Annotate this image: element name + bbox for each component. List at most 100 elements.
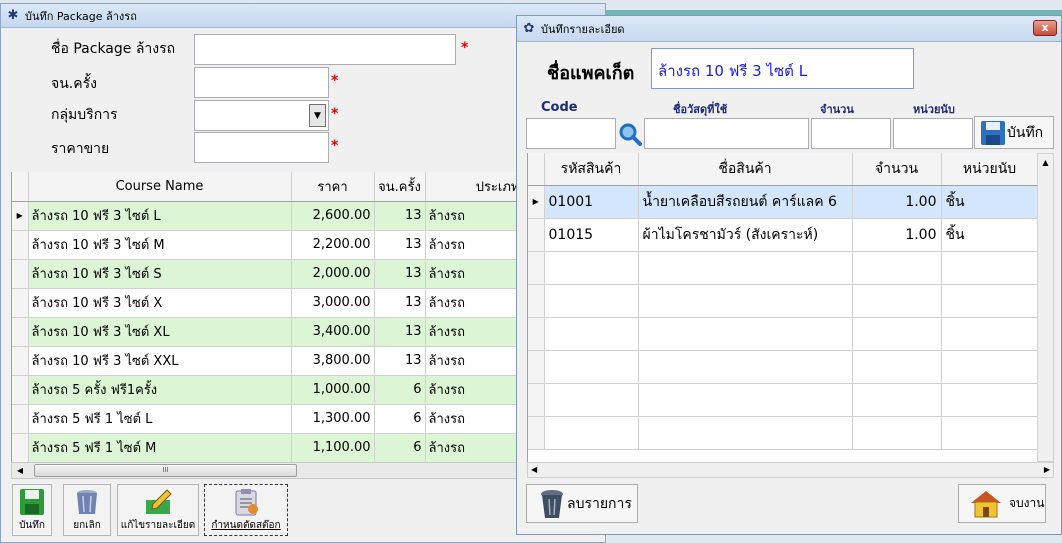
column-header-course-name[interactable]: Course Name	[28, 172, 292, 202]
row-selector[interactable]	[528, 383, 545, 417]
table-row[interactable]: ล้างรถ 10 ฟรี 3 ไซต์ S 2,000.00 13 ล้างรถ	[12, 259, 519, 289]
cancel-button[interactable]: ยกเลิก	[63, 484, 111, 536]
row-selector[interactable]	[528, 284, 545, 318]
cell-count: 6	[374, 375, 426, 405]
floppy-save-icon	[981, 120, 1005, 145]
column-header-price[interactable]: ราคา	[291, 172, 375, 202]
qty-label: จำนวน	[820, 103, 854, 116]
package-grid-hscrollbar[interactable]: ◀ III	[11, 462, 519, 479]
table-row[interactable]: ล้างรถ 5 ฟรี 1 ไซต์ L 1,300.00 6 ล้างรถ	[12, 404, 519, 434]
cell-qty: 1.00	[852, 185, 942, 219]
table-row[interactable]: 01015 ผ้าไมโครชามัวร์ (สังเคราะห์) 1.00 ชิ้…	[528, 218, 1037, 252]
finish-button[interactable]: จบงาน	[958, 484, 1046, 523]
table-row[interactable]: ล้างรถ 10 ฟรี 3 ไซต์ XXL 3,800.00 13 ล้างรถ	[12, 346, 519, 376]
empty-row[interactable]	[528, 317, 1037, 351]
delete-item-button-label: ลบรายการ	[567, 495, 632, 512]
table-row[interactable]: ▶ ล้างรถ 10 ฟรี 3 ไซต์ L 2,600.00 13 ล้างรถ	[12, 201, 519, 231]
cell-unit: ชิ้น	[941, 218, 1037, 252]
cell-course-name: ล้างรถ 10 ฟรี 3 ไซต์ M	[28, 230, 292, 260]
cell-course-name: ล้างรถ 10 ฟรี 3 ไซต์ XXL	[28, 346, 292, 376]
row-selector[interactable]	[12, 317, 29, 347]
unit-input[interactable]	[893, 118, 973, 149]
row-selector[interactable]	[12, 259, 29, 289]
row-selector[interactable]	[12, 433, 29, 462]
cell-count: 13	[374, 201, 426, 231]
cell-course-name: ล้างรถ 5 ฟรี 1 ไซต์ M	[28, 433, 292, 462]
cancel-button-label: ยกเลิก	[73, 520, 101, 531]
table-row[interactable]: ▶ 01001 น้ำยาเคลือบสีรถยนต์ คาร์แลค 6 1.00 ช…	[528, 185, 1037, 219]
row-selector[interactable]	[528, 416, 545, 450]
scroll-left-icon[interactable]: ◀	[12, 463, 28, 478]
scroll-up-icon[interactable]: ▲	[1042, 158, 1048, 167]
table-row[interactable]: ล้างรถ 5 ครั้ง ฟรี1ครั้ง 1,000.00 6 ล้างรถ	[12, 375, 519, 405]
empty-row[interactable]	[528, 251, 1037, 285]
edit-pencil-icon	[146, 489, 172, 514]
scroll-right-icon[interactable]: ▶	[1044, 465, 1050, 474]
row-selector[interactable]	[12, 230, 29, 260]
package-grid[interactable]: Course Name ราคา จน.ครั้ง ประเภท ▶ ล้างรถ…	[11, 172, 519, 462]
empty-row[interactable]	[528, 383, 1037, 417]
column-header-type[interactable]: ประเภท	[425, 172, 519, 202]
column-header-count[interactable]: จน.ครั้ง	[374, 172, 426, 202]
cell-type: ล้างรถ	[425, 404, 519, 434]
row-selector[interactable]: ▶	[528, 185, 545, 219]
column-header-product-code[interactable]: รหัสสินค้า	[544, 153, 639, 186]
service-group-select[interactable]: ▼	[194, 100, 329, 131]
trash-can-icon	[77, 490, 97, 514]
table-row[interactable]: ล้างรถ 10 ฟรี 3 ไซต์ M 2,200.00 13 ล้างรถ	[12, 230, 519, 260]
detail-window-titlebar[interactable]: ✿ บันทึกรายละเอียด	[517, 16, 1061, 42]
chevron-down-icon[interactable]: ▼	[309, 104, 326, 127]
table-row[interactable]: ล้างรถ 10 ฟรี 3 ไซต์ X 3,000.00 13 ล้างรถ	[12, 288, 519, 318]
empty-cell	[544, 350, 639, 384]
row-selector[interactable]	[528, 218, 545, 252]
app-icon: ✿	[523, 20, 535, 36]
cell-course-name: ล้างรถ 5 ครั้ง ฟรี1ครั้ง	[28, 375, 292, 405]
empty-row[interactable]	[528, 284, 1037, 318]
empty-row[interactable]	[528, 350, 1037, 384]
detail-grid-hscrollbar[interactable]: ◀ ▶	[527, 462, 1054, 478]
cell-count: 13	[374, 346, 426, 376]
table-row[interactable]: ล้างรถ 10 ฟรี 3 ไซต์ XL 3,400.00 13 ล้างรถ	[12, 317, 519, 347]
edit-detail-button[interactable]: แก้ไขรายละเอียด	[117, 484, 199, 536]
detail-save-button[interactable]: บันทึก	[974, 116, 1054, 149]
search-magnifier-icon[interactable]	[618, 122, 642, 146]
qty-input[interactable]	[811, 118, 891, 149]
floppy-save-icon	[20, 489, 44, 515]
code-label: Code	[541, 100, 578, 115]
cell-type: ล้างรถ	[425, 288, 519, 318]
empty-row[interactable]	[528, 416, 1037, 450]
package-name-input[interactable]	[194, 34, 456, 65]
empty-cell	[941, 284, 1037, 318]
cell-qty: 1.00	[852, 218, 942, 252]
package-name-value: ล้างรถ 10 ฟรี 3 ไซต์ L	[651, 48, 914, 89]
row-selector[interactable]	[12, 375, 29, 405]
delete-item-button[interactable]: ลบรายการ	[526, 484, 638, 523]
column-header-unit[interactable]: หน่วยนับ	[941, 153, 1037, 186]
material-label: ชื่อวัสดุที่ใช้	[673, 103, 728, 116]
column-header-product-name[interactable]: ชื่อสินค้า	[638, 153, 853, 186]
detail-save-button-label: บันทึก	[1007, 124, 1044, 141]
column-header-qty[interactable]: จำนวน	[852, 153, 942, 186]
empty-cell	[852, 251, 942, 285]
row-selector[interactable]	[528, 317, 545, 351]
table-row[interactable]: ล้างรถ 5 ฟรี 1 ไซต์ M 1,100.00 6 ล้างรถ	[12, 433, 519, 462]
count-input[interactable]	[194, 67, 329, 98]
detail-grid[interactable]: รหัสสินค้า ชื่อสินค้า จำนวน หน่วยนับ ▶ 01…	[527, 153, 1037, 462]
row-selector[interactable]: ▶	[12, 201, 29, 231]
close-icon[interactable]: x	[1033, 20, 1057, 36]
row-selector[interactable]	[12, 288, 29, 318]
row-selector[interactable]	[12, 404, 29, 434]
save-button[interactable]: บันทึก	[12, 484, 52, 536]
detail-grid-vscrollbar[interactable]: ▲	[1037, 153, 1054, 462]
row-selector[interactable]	[12, 346, 29, 376]
row-selector[interactable]	[528, 350, 545, 384]
scroll-thumb[interactable]: III	[34, 464, 297, 477]
cell-price: 2,600.00	[291, 201, 375, 231]
row-selector[interactable]	[528, 251, 545, 285]
material-input[interactable]	[644, 118, 809, 149]
price-input[interactable]	[194, 132, 329, 163]
set-stock-button[interactable]: กำหนดตัดสต๊อก	[204, 484, 288, 536]
code-input[interactable]	[526, 118, 616, 149]
package-window-titlebar[interactable]: ✱ บันทึก Package ล้างรถ	[1, 4, 605, 28]
scroll-left-icon[interactable]: ◀	[531, 465, 537, 474]
